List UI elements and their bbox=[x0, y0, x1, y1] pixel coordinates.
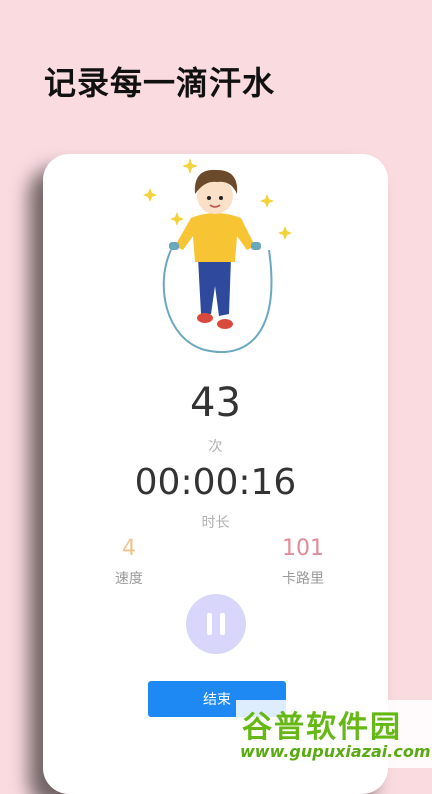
sparkle-icon bbox=[143, 188, 157, 202]
workout-card: 43 次 00:00:16 时长 4 速度 101 卡路里 结束 bbox=[43, 154, 388, 794]
pause-button[interactable] bbox=[186, 594, 246, 654]
speed-stat: 4 速度 bbox=[79, 534, 179, 588]
calories-label: 卡路里 bbox=[282, 571, 324, 587]
watermark-url: www.gupuxiazai.com bbox=[240, 742, 431, 761]
pause-icon bbox=[203, 613, 229, 635]
duration-label: 时长 bbox=[201, 515, 230, 531]
sparkle-icon bbox=[260, 194, 274, 208]
watermark-title: 谷普软件园 bbox=[242, 710, 402, 745]
calories-value: 101 bbox=[282, 536, 324, 561]
watermark: 谷普软件园 www.gupuxiazai.com bbox=[236, 700, 432, 768]
jump-rope-boy-illustration bbox=[143, 158, 292, 354]
page-headline: 记录每一滴汗水 bbox=[44, 64, 276, 102]
jump-count-unit: 次 bbox=[208, 439, 223, 455]
sparkle-icon bbox=[182, 158, 198, 174]
sparkle-icon bbox=[170, 212, 184, 226]
duration-value: 00:00:16 bbox=[134, 462, 297, 503]
speed-label: 速度 bbox=[115, 571, 143, 587]
sparkle-icon bbox=[278, 226, 292, 240]
jump-count-value: 43 bbox=[190, 380, 241, 426]
calories-stat: 101 卡路里 bbox=[253, 534, 353, 588]
speed-value: 4 bbox=[122, 536, 136, 561]
